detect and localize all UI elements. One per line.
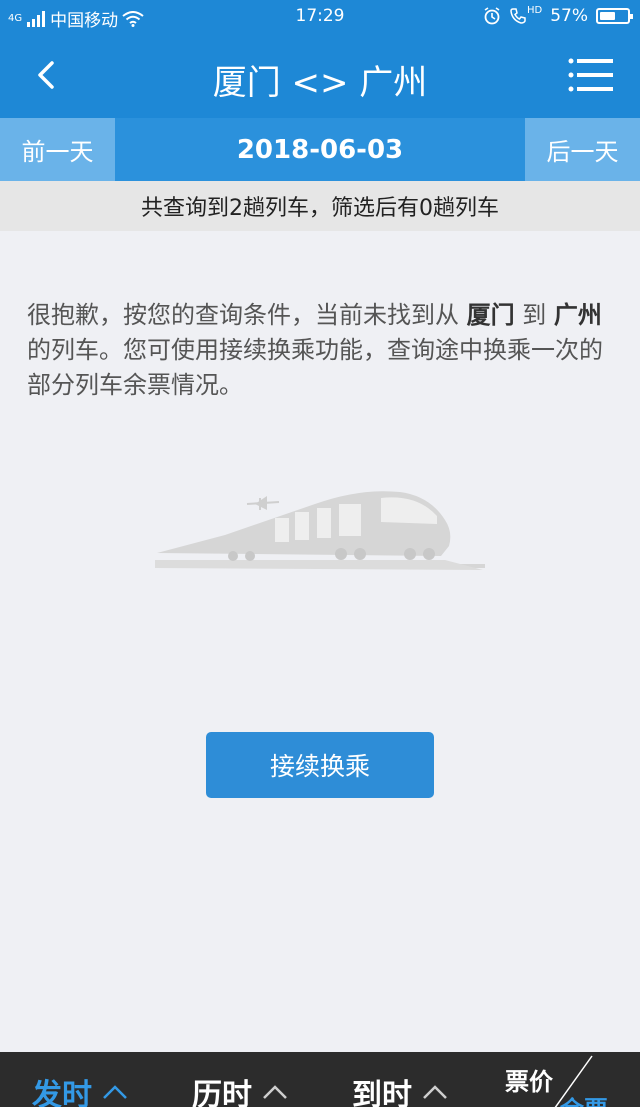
message-text-2: 到 xyxy=(514,301,554,329)
train-illustration xyxy=(155,491,485,570)
sort-arrive-time[interactable]: 到时 xyxy=(352,1070,448,1107)
sort-tickets[interactable]: 余票 xyxy=(560,1090,608,1107)
prev-day-button[interactable]: 前一天 xyxy=(0,118,115,181)
battery-icon xyxy=(596,8,633,24)
empty-message: 很抱歉，按您的查询条件，当前未找到从 厦门 到 广州 的列车。您可使用接续换乘功… xyxy=(27,298,617,403)
message-text-3: 的列车。您可使用接续换乘功能，查询途中换乘一次的部分列车余票情况。 xyxy=(27,336,603,399)
message-text-1: 很抱歉，按您的查询条件，当前未找到从 xyxy=(27,301,467,329)
chevron-up-icon xyxy=(263,1085,287,1099)
next-day-button[interactable]: 后一天 xyxy=(525,118,640,181)
status-bar: 4G 中国移动 17:29 HD 57% xyxy=(0,0,640,33)
menu-list-icon[interactable] xyxy=(568,55,614,95)
sort-depart-label: 发时 xyxy=(32,1078,92,1107)
transfer-button[interactable]: 接续换乘 xyxy=(206,732,434,798)
selected-date[interactable]: 2018-06-03 xyxy=(115,118,525,181)
message-to-station: 广州 xyxy=(553,301,602,329)
message-from-station: 厦门 xyxy=(466,301,515,329)
sort-depart-time[interactable]: 发时 xyxy=(32,1070,128,1107)
chevron-up-icon xyxy=(103,1085,127,1099)
sort-duration-label: 历时 xyxy=(192,1078,252,1107)
status-right: HD 57% xyxy=(483,4,633,26)
sort-price[interactable]: 票价 xyxy=(505,1062,553,1097)
chevron-up-icon xyxy=(423,1085,447,1099)
battery-fill xyxy=(600,12,615,20)
page-title: 厦门 <> 广州 xyxy=(212,63,428,103)
sort-bar: 发时 历时 到时 票价 余票 xyxy=(0,1052,640,1107)
battery-percent: 57% xyxy=(550,6,588,26)
nav-bar: 厦门 <> 广州 xyxy=(0,33,640,118)
sort-duration[interactable]: 历时 xyxy=(192,1070,288,1107)
result-summary: 共查询到2趟列车，筛选后有0趟列车 xyxy=(0,181,640,231)
hd-label: HD xyxy=(526,4,543,16)
sort-arrive-label: 到时 xyxy=(352,1078,412,1107)
date-bar: 前一天 2018-06-03 后一天 xyxy=(0,118,640,181)
alarm-icon xyxy=(484,7,500,25)
phone-icon xyxy=(510,8,526,24)
